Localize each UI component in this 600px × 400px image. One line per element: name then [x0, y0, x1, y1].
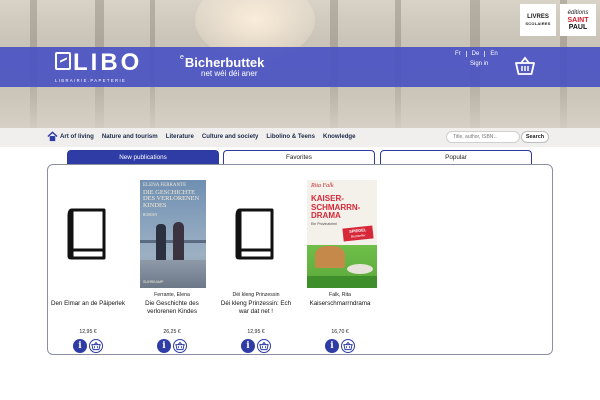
livres-scolaires-logo[interactable]: LIVRES SCOLAIRES [520, 4, 556, 36]
add-to-cart-button[interactable] [341, 339, 355, 353]
book-cover-falk[interactable]: Rita Falk KAISER- SCHMARRN- DRAMA Ein Pr… [307, 180, 377, 288]
info-icon: i [330, 340, 334, 351]
logo-subtitle: LIBRAIRIE.PAPETERIE [55, 78, 127, 83]
info-button[interactable]: i [325, 339, 339, 353]
nav-items: Art of living Nature and tourism Literat… [60, 133, 364, 140]
add-to-cart-button[interactable] [89, 339, 103, 353]
book-icon [67, 208, 106, 260]
basket-icon [259, 341, 269, 351]
lang-de[interactable]: De [467, 51, 486, 57]
nav-nature-and-tourism[interactable]: Nature and tourism [102, 133, 158, 140]
bestseller-sticker: SPIEGEL Bestseller [342, 225, 374, 242]
basket-icon [343, 341, 353, 351]
info-button[interactable]: i [241, 339, 255, 353]
book-author [48, 292, 128, 299]
book-card[interactable]: Déi kleng Prinzessin Déi kleng Prinzessi… [216, 180, 296, 353]
basket-icon[interactable] [514, 55, 536, 77]
info-icon: i [162, 340, 166, 351]
lang-fr[interactable]: Fr [450, 51, 467, 57]
book-author: Falk, Rita [329, 292, 351, 298]
info-icon: i [78, 340, 82, 351]
search-button[interactable]: Search [521, 131, 549, 143]
nav-literature[interactable]: Literature [166, 133, 194, 140]
search-input[interactable] [446, 131, 520, 143]
book-price: 12,95 € [247, 329, 265, 335]
info-icon: i [246, 340, 250, 351]
book-cover-ferrante[interactable]: ELENA FERRANTE DIE GESCHICHTE DES VERLOR… [140, 180, 206, 288]
lang-en[interactable]: En [485, 51, 502, 57]
book-title[interactable]: Kaiserschmarrndrama [300, 300, 380, 316]
tab-popular[interactable]: Popular [380, 150, 532, 164]
nav-art-of-living[interactable]: Art of living [60, 133, 94, 140]
tagline-sub: net wéi déi aner [201, 69, 258, 78]
book-price: 12,95 € [79, 329, 97, 335]
book-card[interactable]: Rita Falk KAISER- SCHMARRN- DRAMA Ein Pr… [300, 180, 380, 353]
partner-logos: LIVRES SCOLAIRES éditions SAINT PAUL [520, 4, 596, 36]
book-leaf-icon [55, 52, 71, 70]
editions-saint-paul-logo[interactable]: éditions SAINT PAUL [560, 4, 596, 36]
book-title[interactable]: Déi kleng Prinzessin: Ech war dat net ! [216, 300, 296, 316]
logo-word: LIBO [73, 49, 143, 76]
ground-fade [0, 85, 600, 128]
figure-silhouette [156, 224, 166, 264]
book-author: Ferrante, Elena [154, 292, 190, 298]
tagline: eBicherbuttek net wéi déi aner [180, 54, 265, 78]
add-to-cart-button[interactable] [257, 339, 271, 353]
basket-icon [91, 341, 101, 351]
book-card[interactable]: ELENA FERRANTE DIE GESCHICHTE DES VERLOR… [132, 180, 212, 353]
info-button[interactable]: i [73, 339, 87, 353]
add-to-cart-button[interactable] [173, 339, 187, 353]
book-price: 16,70 € [331, 329, 349, 335]
book-title[interactable]: Die Geschichte des verlorenen Kindes [132, 300, 212, 316]
nav-knowledge[interactable]: Knowledge [323, 133, 356, 140]
language-switcher: Fr De En [450, 51, 503, 57]
book-price: 26,25 € [163, 329, 181, 335]
plate-illustration [347, 264, 373, 274]
book-card[interactable]: Den Elmar an de Päiperlek 12,95 € i [48, 180, 128, 353]
basket-icon [175, 341, 185, 351]
tab-new-publications[interactable]: New publications [67, 150, 219, 164]
tab-favorites[interactable]: Favorites [223, 150, 375, 164]
book-author: Déi kleng Prinzessin [232, 292, 280, 298]
nav-libolino-teens[interactable]: Libolino & Teens [266, 133, 315, 140]
sign-in-link[interactable]: Sign in [470, 61, 488, 67]
tagline-main: Bicherbuttek [184, 55, 265, 70]
book-icon [235, 208, 274, 260]
home-icon[interactable] [47, 131, 58, 142]
figure-silhouette [173, 222, 184, 264]
nav-culture-and-society[interactable]: Culture and society [202, 133, 259, 140]
info-button[interactable]: i [157, 339, 171, 353]
libo-logo[interactable]: LIBO LIBRAIRIE.PAPETERIE [55, 49, 143, 83]
book-title[interactable]: Den Elmar an de Päiperlek [48, 300, 128, 316]
cat-illustration [315, 246, 345, 268]
